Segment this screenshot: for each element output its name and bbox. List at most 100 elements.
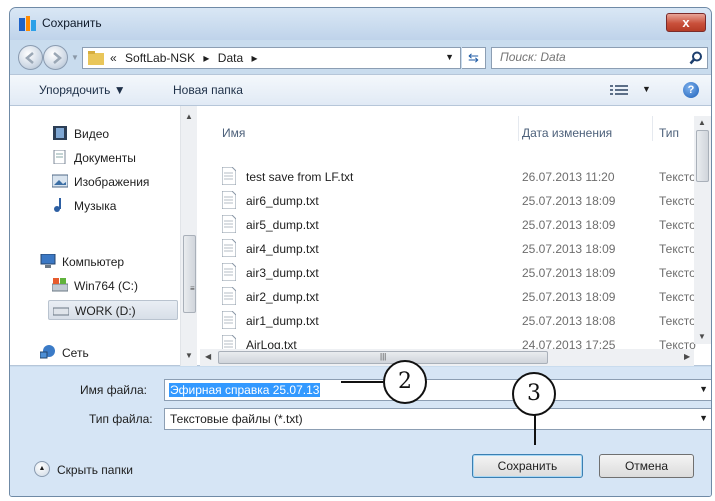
file-row[interactable]: air3_dump.txt 25.07.2013 18:09 Тексто xyxy=(222,261,710,285)
file-date: 25.07.2013 18:09 xyxy=(522,194,616,208)
text-file-icon xyxy=(222,311,236,329)
file-row[interactable]: air1_dump.txt 25.07.2013 18:08 Тексто xyxy=(222,309,710,333)
arrow-left-icon xyxy=(25,52,34,64)
callout-marker-2: 2 xyxy=(383,360,427,404)
computer-icon xyxy=(40,254,56,268)
filename-value[interactable]: Эфирная справка 25.07.13 xyxy=(169,383,321,397)
text-file-icon xyxy=(222,167,236,185)
file-name: air1_dump.txt xyxy=(246,314,319,328)
video-icon xyxy=(53,126,67,140)
file-date: 25.07.2013 18:09 xyxy=(522,242,616,256)
file-row[interactable]: air6_dump.txt 25.07.2013 18:09 Тексто xyxy=(222,189,710,213)
refresh-button[interactable]: ⇆ xyxy=(462,47,486,69)
nav-item-drive-d[interactable]: WORK (D:) xyxy=(48,300,178,320)
nav-scrollbar[interactable]: ▲ ≡ ▼ xyxy=(180,106,197,366)
scroll-down-icon[interactable]: ▼ xyxy=(185,351,193,360)
scroll-thumb[interactable] xyxy=(183,235,196,313)
drive-icon xyxy=(52,278,68,292)
file-date: 25.07.2013 18:09 xyxy=(522,218,616,232)
file-row[interactable]: air2_dump.txt 25.07.2013 18:09 Тексто xyxy=(222,285,710,309)
view-dropdown-icon[interactable]: ▼ xyxy=(642,84,651,94)
view-options-icon[interactable] xyxy=(610,84,628,96)
file-row[interactable]: air5_dump.txt 25.07.2013 18:09 Тексто xyxy=(222,213,710,237)
chevron-down-icon[interactable]: ▼ xyxy=(699,384,708,394)
file-date: 25.07.2013 18:08 xyxy=(522,314,616,328)
scroll-down-icon[interactable]: ▼ xyxy=(698,332,706,341)
text-file-icon xyxy=(222,287,236,305)
documents-icon xyxy=(53,150,66,164)
file-list-horizontal-scrollbar[interactable]: ◀ ||| ▶ xyxy=(200,349,694,366)
save-dialog: Сохранить x ▼ « SoftLab-NSK ▸ Data ▸ ▼ ⇆ xyxy=(9,7,712,497)
back-button[interactable] xyxy=(18,45,43,70)
network-icon xyxy=(40,345,55,359)
refresh-icon: ⇆ xyxy=(468,50,479,65)
text-file-icon xyxy=(222,215,236,233)
arrow-right-icon xyxy=(53,52,62,64)
file-name: air5_dump.txt xyxy=(246,218,319,232)
file-name: air4_dump.txt xyxy=(246,242,319,256)
forward-button[interactable] xyxy=(43,45,68,70)
title-bar: Сохранить x xyxy=(10,8,711,40)
file-list-vertical-scrollbar[interactable]: ▲ ▼ xyxy=(694,116,711,344)
file-name: air3_dump.txt xyxy=(246,266,319,280)
grip-icon: ||| xyxy=(380,352,387,361)
filetype-value: Текстовые файлы (*.txt) xyxy=(170,412,303,426)
column-header-date[interactable]: Дата изменения xyxy=(522,126,612,146)
file-row[interactable]: test save from LF.txt 26.07.2013 11:20 Т… xyxy=(222,165,710,189)
breadcrumb-overflow[interactable]: « xyxy=(110,51,117,65)
help-icon[interactable]: ? xyxy=(683,82,699,98)
breadcrumb-softlab[interactable]: SoftLab-NSK xyxy=(125,51,195,65)
pictures-icon xyxy=(52,174,68,188)
command-bar: Упорядочить ▼ Новая папка ▼ ? xyxy=(10,74,711,106)
search-icon[interactable] xyxy=(689,51,703,65)
drive-icon xyxy=(53,307,69,316)
address-field[interactable]: « SoftLab-NSK ▸ Data ▸ ▼ xyxy=(82,47,461,69)
callout-marker-3: 3 xyxy=(512,372,556,416)
filetype-select[interactable]: Текстовые файлы (*.txt) ▼ xyxy=(164,408,711,430)
new-folder-button[interactable]: Новая папка xyxy=(173,83,243,97)
filename-field[interactable]: Эфирная справка 25.07.13 ▼ xyxy=(164,379,711,401)
save-button[interactable]: Сохранить xyxy=(472,454,583,478)
callout-leader-line xyxy=(341,381,383,383)
file-list: Имя Дата изменения Тип test save from LF… xyxy=(200,106,711,366)
file-date: 25.07.2013 18:09 xyxy=(522,290,616,304)
column-divider[interactable] xyxy=(518,116,519,141)
scroll-right-icon[interactable]: ▶ xyxy=(684,352,690,361)
file-name: test save from LF.txt xyxy=(246,170,354,184)
cancel-button[interactable]: Отмена xyxy=(599,454,694,478)
file-date: 26.07.2013 11:20 xyxy=(522,170,615,184)
hide-folders-label: Скрыть папки xyxy=(57,463,133,477)
scroll-up-icon[interactable]: ▲ xyxy=(185,112,193,121)
breadcrumb-separator[interactable]: ▸ xyxy=(252,51,258,65)
scroll-left-icon[interactable]: ◀ xyxy=(205,352,211,361)
search-box[interactable] xyxy=(491,47,708,69)
text-file-icon xyxy=(222,239,236,257)
file-name: air6_dump.txt xyxy=(246,194,319,208)
scroll-thumb[interactable] xyxy=(696,130,709,182)
scroll-up-icon[interactable]: ▲ xyxy=(698,118,706,127)
file-date: 25.07.2013 18:09 xyxy=(522,266,616,280)
close-button[interactable]: x xyxy=(666,13,706,32)
navigation-pane: Видео Документы Изображения Музыка Компь… xyxy=(10,106,200,366)
organize-button[interactable]: Упорядочить ▼ xyxy=(39,83,126,97)
address-dropdown-icon[interactable]: ▼ xyxy=(445,52,454,62)
column-header-type[interactable]: Тип xyxy=(659,126,679,146)
breadcrumb-data[interactable]: Data xyxy=(218,51,243,65)
chevron-up-icon: ▲ xyxy=(34,461,50,477)
filetype-label: Тип файла: xyxy=(89,412,153,426)
app-icon xyxy=(19,16,36,31)
text-file-icon xyxy=(222,191,236,209)
text-file-icon xyxy=(222,263,236,281)
chevron-down-icon[interactable]: ▼ xyxy=(699,413,708,423)
column-divider[interactable] xyxy=(652,116,653,141)
address-bar-row: ▼ « SoftLab-NSK ▸ Data ▸ ▼ ⇆ xyxy=(10,40,711,74)
grip-icon: ≡ xyxy=(190,284,195,293)
breadcrumb-separator[interactable]: ▸ xyxy=(203,51,209,65)
history-dropdown-icon[interactable]: ▼ xyxy=(71,53,79,62)
file-row[interactable]: air4_dump.txt 25.07.2013 18:09 Тексто xyxy=(222,237,710,261)
search-input[interactable] xyxy=(500,50,680,64)
filename-label: Имя файла: xyxy=(80,383,147,397)
callout-leader-line xyxy=(534,411,536,445)
file-name: air2_dump.txt xyxy=(246,290,319,304)
column-header-name[interactable]: Имя xyxy=(222,126,245,146)
